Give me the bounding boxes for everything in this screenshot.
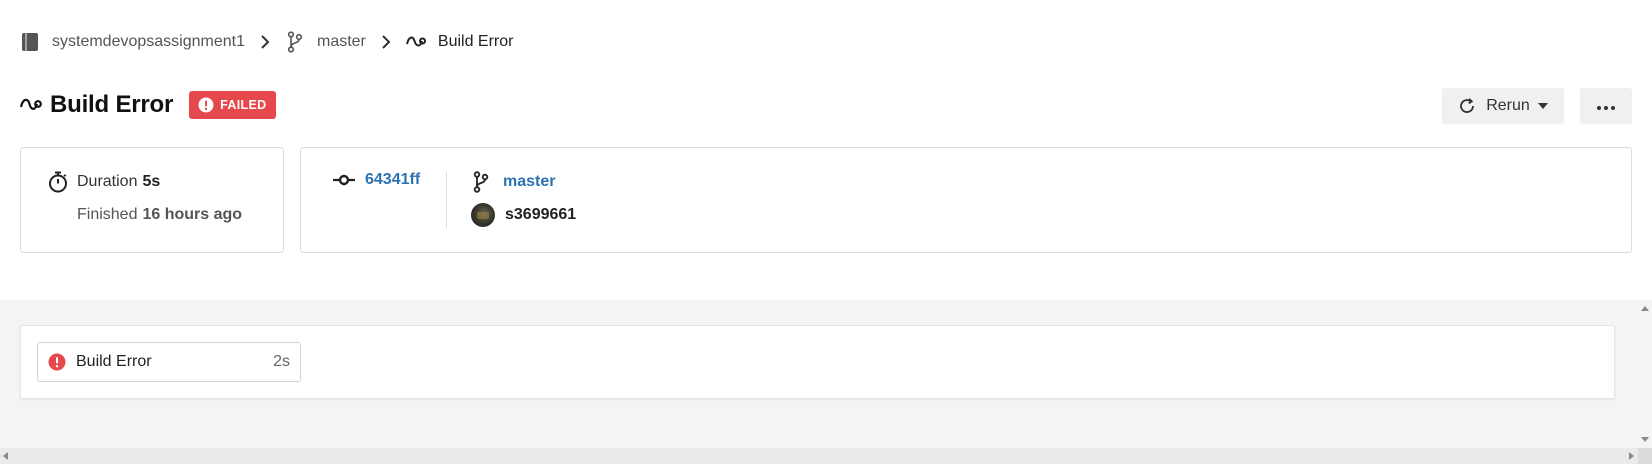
- duration-label: Duration: [77, 173, 138, 190]
- stopwatch-icon: [47, 171, 69, 193]
- book-icon: [20, 32, 40, 52]
- git-branch-icon: [471, 171, 491, 193]
- status-badge-label: FAILED: [220, 98, 267, 112]
- avatar: [471, 203, 495, 227]
- breadcrumb-current: Build Error: [405, 32, 514, 52]
- header-actions: Rerun: [1442, 88, 1632, 124]
- rerun-label: Rerun: [1486, 97, 1530, 114]
- git-commit-icon: [333, 174, 355, 186]
- page-title: Build Error: [50, 91, 174, 118]
- pipeline-icon: [405, 32, 426, 52]
- chevron-right-icon: [257, 34, 273, 50]
- stages-panel: Build Error 2s: [20, 325, 1615, 399]
- commit-branch-link[interactable]: master: [503, 173, 555, 191]
- pipeline-icon: [20, 94, 42, 116]
- commit-author-row: s3699661: [471, 203, 576, 227]
- finished-label: Finished: [77, 206, 138, 223]
- breadcrumb-repo[interactable]: systemdevopsassignment1: [20, 32, 245, 52]
- scrollbar-corner: [1638, 448, 1652, 464]
- breadcrumb-branch[interactable]: master: [285, 31, 366, 53]
- page-header: Build Error FAILED: [20, 88, 277, 122]
- stage-name: Build Error: [76, 353, 152, 370]
- breadcrumb-repo-link[interactable]: systemdevopsassignment1: [52, 33, 245, 51]
- stage-item[interactable]: Build Error 2s: [37, 342, 301, 382]
- git-branch-icon: [285, 31, 305, 53]
- rerun-button[interactable]: Rerun: [1442, 88, 1564, 124]
- stages-area: Build Error 2s: [0, 300, 1652, 464]
- more-options-button[interactable]: [1580, 88, 1632, 124]
- divider: [446, 172, 447, 228]
- commit-info-card: 64341ff master s3699661: [300, 147, 1632, 253]
- stage-duration: 2s: [273, 353, 290, 370]
- scroll-down-arrow-icon[interactable]: [1641, 437, 1649, 442]
- chevron-right-icon: [378, 34, 394, 50]
- finished-row: Finished 16 hours ago: [77, 206, 242, 224]
- commit-branch-row: master: [471, 171, 555, 193]
- scroll-up-arrow-icon[interactable]: [1641, 306, 1649, 311]
- status-badge: FAILED: [189, 91, 277, 119]
- breadcrumb-current-label: Build Error: [437, 33, 514, 50]
- commit-sha-row: 64341ff: [333, 171, 420, 189]
- duration-value: 5s: [142, 173, 161, 190]
- alert-circle-icon: [198, 97, 214, 113]
- alert-circle-icon: [48, 353, 66, 371]
- scroll-right-arrow-icon[interactable]: [1629, 452, 1634, 460]
- horizontal-scrollbar[interactable]: [0, 448, 1638, 464]
- more-horizontal-icon: [1597, 97, 1615, 115]
- chevron-down-icon: [1537, 103, 1548, 109]
- finished-value: 16 hours ago: [142, 206, 243, 223]
- run-summary-card: Duration 5s Finished 16 hours ago: [20, 147, 284, 253]
- commit-sha-link[interactable]: 64341ff: [365, 171, 420, 189]
- commit-author: s3699661: [505, 206, 577, 223]
- scroll-left-arrow-icon[interactable]: [3, 452, 8, 460]
- breadcrumb-branch-link[interactable]: master: [317, 33, 366, 51]
- refresh-icon: [1458, 97, 1476, 115]
- breadcrumb: systemdevopsassignment1 master Build Err…: [20, 30, 513, 54]
- duration-row: Duration 5s: [47, 171, 160, 193]
